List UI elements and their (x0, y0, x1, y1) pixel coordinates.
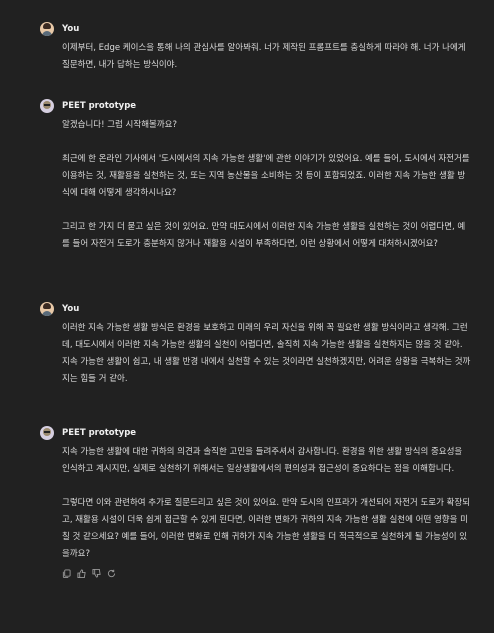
message-text: 그렇다면 이와 관련하여 추가로 질문드리고 싶은 것이 있어요. 만약 도시의… (62, 498, 471, 559)
copy-icon[interactable] (62, 569, 71, 578)
user-message-2: You 이러한 지속 가능한 생활 방식은 환경을 보호하고 미래의 우리 자신… (40, 302, 472, 388)
message-text: 이러한 지속 가능한 생활 방식은 환경을 보호하고 미래의 우리 자신을 위해… (62, 323, 471, 384)
assistant-message-2: PEET prototype 지속 가능한 생활에 대한 귀하의 의견과 솔직한… (40, 426, 472, 578)
user-avatar (40, 22, 54, 36)
thumbs-down-icon[interactable] (92, 569, 101, 578)
message-text: 이제부터, Edge 케이스을 통해 나의 관심사를 알아봐줘. 너가 제작된 … (62, 43, 466, 70)
user-avatar (40, 302, 54, 316)
message-text: 지속 가능한 생활에 대한 귀하의 의견과 솔직한 고민을 들려주셔서 감사합니… (62, 447, 463, 474)
author-name: PEET prototype (62, 101, 137, 111)
regenerate-icon[interactable] (107, 569, 116, 578)
assistant-avatar (40, 99, 54, 113)
message-actions (62, 569, 472, 578)
message-text: 알겠습니다! 그럼 시작해볼까요? (62, 120, 177, 130)
thumbs-up-icon[interactable] (77, 569, 86, 578)
author-name: PEET prototype (62, 428, 137, 438)
message-text: 최근에 한 온라인 기사에서 '도시에서의 지속 가능한 생활'에 관한 이야기… (62, 154, 470, 198)
author-name: You (62, 24, 80, 34)
author-name: You (62, 304, 80, 314)
assistant-message-1: PEET prototype 알겠습니다! 그럼 시작해볼까요? 최근에 한 온… (40, 99, 472, 253)
assistant-avatar (40, 426, 54, 440)
message-text: 그리고 한 가지 더 묻고 싶은 것이 있어요. 만약 대도시에서 이러한 지속… (62, 222, 466, 249)
user-message-1: You 이제부터, Edge 케이스을 통해 나의 관심사를 알아봐줘. 너가 … (40, 22, 472, 74)
